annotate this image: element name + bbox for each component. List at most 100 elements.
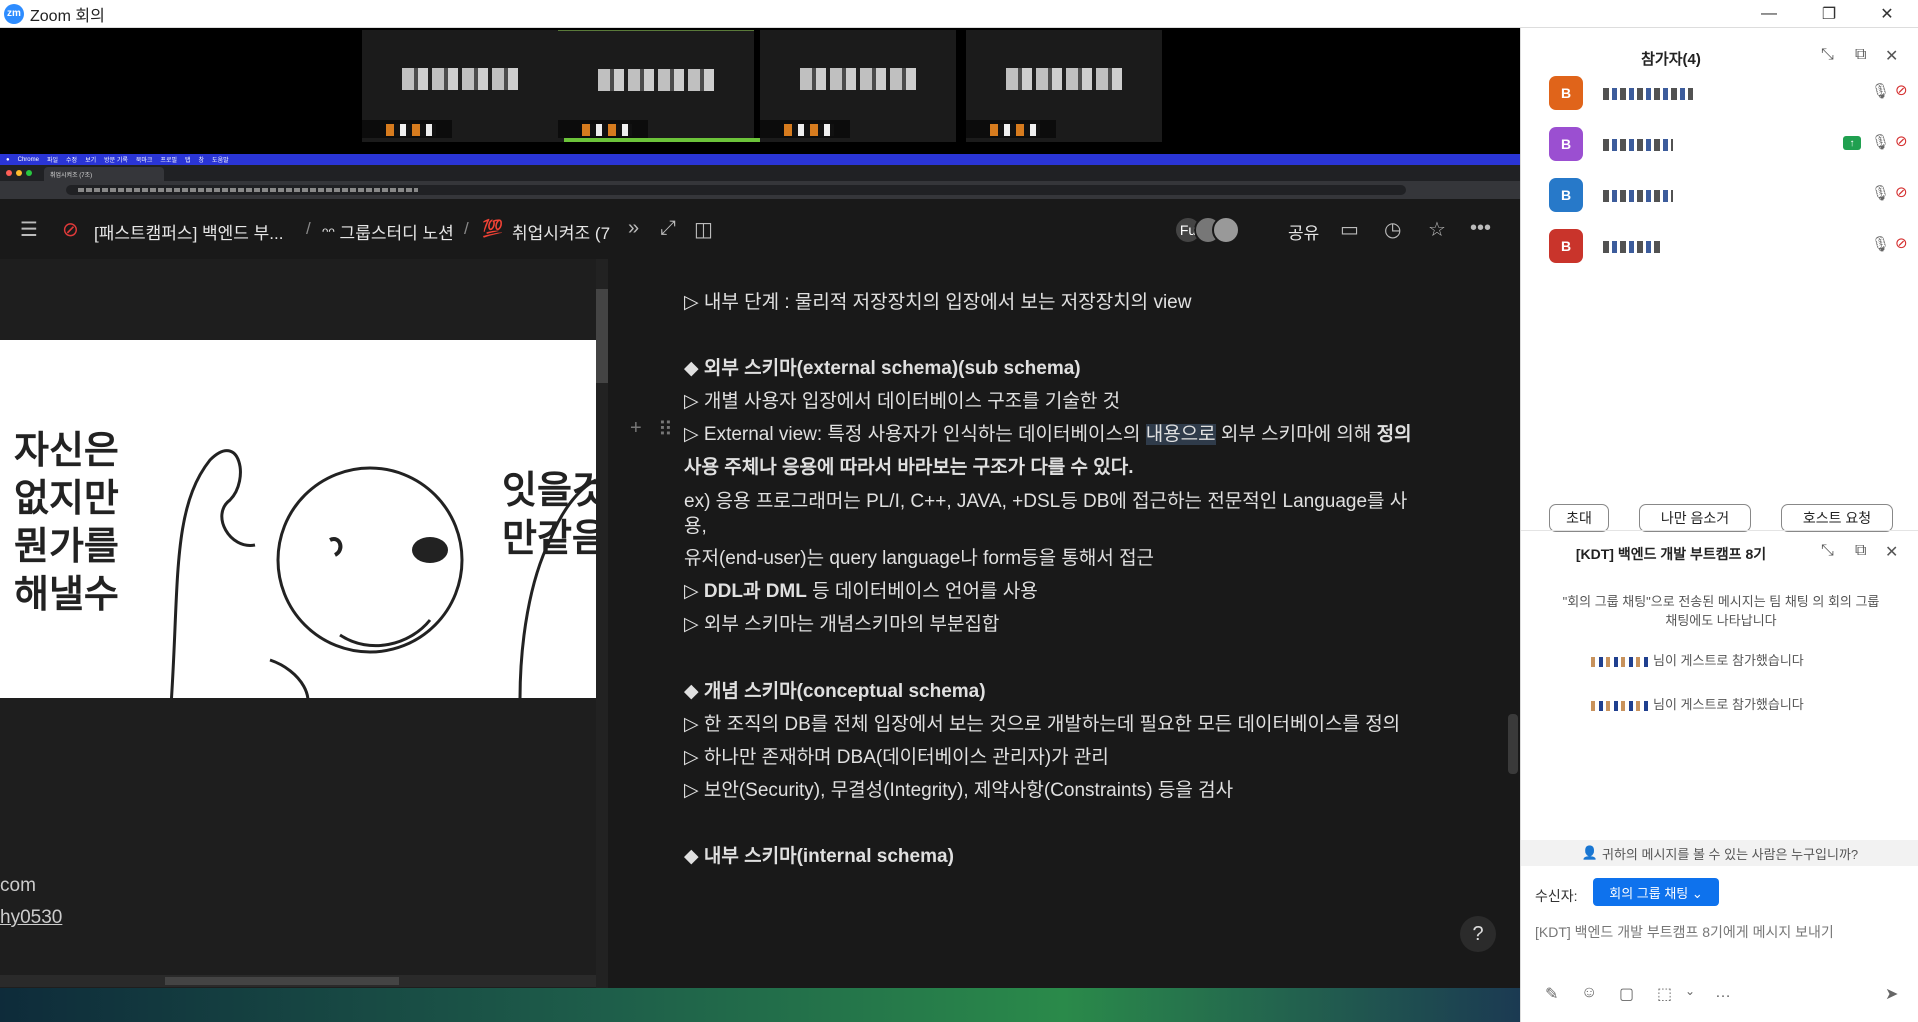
apple-icon: ● [6, 156, 10, 163]
video-tile[interactable] [760, 30, 956, 142]
host-request-button[interactable]: 호스트 요청 [1781, 504, 1893, 532]
drag-handle-icon: ⠿ [658, 419, 673, 441]
participant-name-blurred [1603, 190, 1673, 202]
menubar-item: 프로필 [160, 158, 177, 164]
emoji-icon[interactable]: ☺ [1581, 984, 1597, 1002]
participant-name-blurred [1591, 656, 1651, 667]
meme-arm-stroke [170, 449, 256, 698]
more-icon[interactable]: … [1715, 984, 1731, 1002]
left-footer-link: hy0530 [0, 907, 63, 928]
who-can-see-text: 귀하의 메시지를 볼 수 있는 사람은 누구입니까? [1602, 846, 1859, 862]
meme-mouth [339, 619, 432, 648]
collapse-icon[interactable]: ⤡ [1821, 542, 1834, 560]
video-tile-active-speaker[interactable] [558, 30, 764, 142]
participant-row[interactable]: B 🎙 ⊘ [1549, 76, 1908, 112]
video-tile[interactable] [362, 30, 558, 142]
mic-icon[interactable]: 🎙 [1871, 184, 1890, 202]
meme-right-text: 잇을것 만같음 [502, 468, 596, 560]
notion-content: ▷ 내부 단계 : 물리적 저장장치의 입장에서 보는 저장장치의 view ◆… [608, 259, 1508, 988]
text-segment: 등 데이터베이스 언어를 사용 [806, 581, 1038, 602]
mic-icon[interactable]: 🎙 [1871, 82, 1890, 100]
breadcrumb-item: 취업시켜조 (7 [512, 224, 611, 243]
text-line: ▷ DDL과 DML 등 데이터베이스 언어를 사용 [684, 576, 1038, 603]
notion-topbar: ☰ ⊘ [패스트캠퍼스] 백엔드 부... / ᵔᵔ 그룹스터디 노션 / 💯 … [0, 199, 1520, 259]
menubar-item: 창 [198, 158, 205, 164]
active-speaker-indicator [564, 138, 764, 142]
participant-row[interactable]: B 🎙 ⊘ [1549, 229, 1908, 265]
scrollbar-thumb [596, 289, 608, 383]
bold-text: DDL과 DML [703, 581, 807, 602]
chat-message-input[interactable]: [KDT] 백엔드 개발 부트캠프 8기에게 메시지 보내기 [1535, 922, 1905, 942]
comment-icon: ▭ [1340, 219, 1359, 241]
avatar: B [1549, 127, 1583, 161]
invite-button[interactable]: 초대 [1549, 504, 1609, 532]
send-icon[interactable]: ➤ [1885, 984, 1898, 1004]
file-icon[interactable]: ▢ [1619, 984, 1634, 1004]
close-icon[interactable]: ✕ [1885, 542, 1898, 562]
menubar-item: 보기 [85, 158, 97, 164]
recipient-label: 수신자: [1535, 888, 1578, 904]
side-panel: 참가자(4) ⤡ ⧉ ✕ B 🎙 ⊘ B ↑ 🎙 ⊘ B 🎙 ⊘ B 🎙 ⊘ 초… [1520, 28, 1918, 1022]
shared-screen-bottom-strip [0, 988, 1520, 1022]
window-title: Zoom 회의 [30, 7, 105, 25]
video-strip [0, 28, 1520, 154]
panel-divider [1521, 530, 1918, 531]
text-line: ▷ 외부 스키마는 개념스키마의 부분집합 [684, 614, 1000, 635]
video-tile[interactable] [966, 30, 1162, 142]
share-label: 공유 [1288, 224, 1320, 243]
participant-row[interactable]: B 🎙 ⊘ [1549, 178, 1908, 214]
close-window-button[interactable]: ✕ [1858, 0, 1916, 28]
camera-off-icon[interactable]: ⊘ [1895, 183, 1908, 201]
meme-body-stroke [269, 658, 310, 698]
close-icon[interactable]: ✕ [1885, 46, 1898, 66]
restore-button[interactable]: ❐ [1800, 0, 1858, 28]
mic-icon[interactable]: 🎙 [1871, 133, 1890, 151]
screen-share-icon: ↑ [1843, 136, 1861, 150]
shared-screen: ● Chrome 파일 수정 보기 방문 기록 북마크 프로필 탭 창 도움말 … [0, 154, 1520, 988]
window-traffic-lights [6, 170, 32, 176]
video-tile-caption-bar [582, 124, 632, 136]
camera-off-icon[interactable]: ⊘ [1895, 234, 1908, 252]
mic-icon[interactable]: 🎙 [1871, 235, 1890, 253]
chat-info-text: "회의 그룹 채팅"으로 전송된 메시지는 팀 채팅 의 회의 그룹 채팅에도 … [1562, 594, 1880, 628]
camera-off-icon[interactable]: ⊘ [1895, 132, 1908, 150]
section-heading: ◆ 개념 스키마(conceptual schema) [684, 676, 986, 703]
participants-title: 참가자(4) [1641, 51, 1701, 68]
join-text: 님이 게스트로 참가했습니다 [1653, 697, 1804, 712]
sidebar-toggle-icon: ◫ [694, 219, 713, 241]
who-can-see-link[interactable]: 👤 귀하의 메시지를 볼 수 있는 사람은 누구입니까? [1521, 840, 1918, 866]
bold-text: 정의 [1376, 424, 1412, 445]
popout-icon[interactable]: ⧉ [1855, 542, 1866, 560]
screenshot-icon[interactable]: ⬚ [1657, 984, 1672, 1004]
scrollbar-thumb [165, 977, 399, 985]
chat-system-message: 님이 게스트로 참가했습니다 [1591, 694, 1881, 713]
section-heading: ◆ 내부 스키마(internal schema) [684, 841, 954, 868]
heading-text: ◆ 개념 스키마(conceptual schema) [684, 681, 986, 702]
horizontal-scrollbar [0, 975, 596, 987]
format-icon[interactable]: ✎ [1545, 984, 1558, 1004]
mute-me-button[interactable]: 나만 음소거 [1639, 504, 1751, 532]
avatar [1212, 216, 1240, 244]
text-line: 용, [684, 516, 707, 537]
participant-name-blurred [1603, 88, 1693, 100]
menubar-app: Chrome [17, 156, 39, 163]
collapse-icon[interactable]: ⤡ [1821, 46, 1834, 64]
participant-name-blurred [800, 68, 916, 90]
chevron-down-icon[interactable]: ⌄ [1685, 984, 1695, 998]
menubar-item: 탭 [184, 158, 191, 164]
join-text: 님이 게스트로 참가했습니다 [1653, 653, 1804, 668]
text-line: 사용 주체나 응용에 따라서 바라보는 구조가 다를 수 있다. [684, 452, 1134, 479]
popout-icon[interactable]: ⧉ [1855, 46, 1866, 64]
text-line: ▷ 한 조직의 DB를 전체 입장에서 보는 것으로 개발하는데 필요한 모든 … [684, 714, 1401, 735]
meme-eye [412, 537, 448, 563]
participant-name-blurred [598, 69, 714, 91]
participant-row[interactable]: B ↑ 🎙 ⊘ [1549, 127, 1908, 163]
camera-off-icon[interactable]: ⊘ [1895, 81, 1908, 99]
breadcrumb-item: ᵔᵔ 그룹스터디 노션 [322, 224, 454, 243]
meme-image: 자신은 없지만 뭔가를 해낼수 잇을것 만같음 [0, 340, 596, 698]
text-line: ▷ 내부 단계 : 물리적 저장장치의 입장에서 보는 저장장치의 view [684, 292, 1192, 313]
recipient-dropdown[interactable]: 회의 그룹 채팅 ⌄ [1593, 878, 1719, 906]
heading-text: ◆ 내부 스키마(internal schema) [684, 846, 954, 867]
minimize-button[interactable]: — [1740, 0, 1798, 28]
person-lock-icon: 👤 [1581, 845, 1599, 860]
